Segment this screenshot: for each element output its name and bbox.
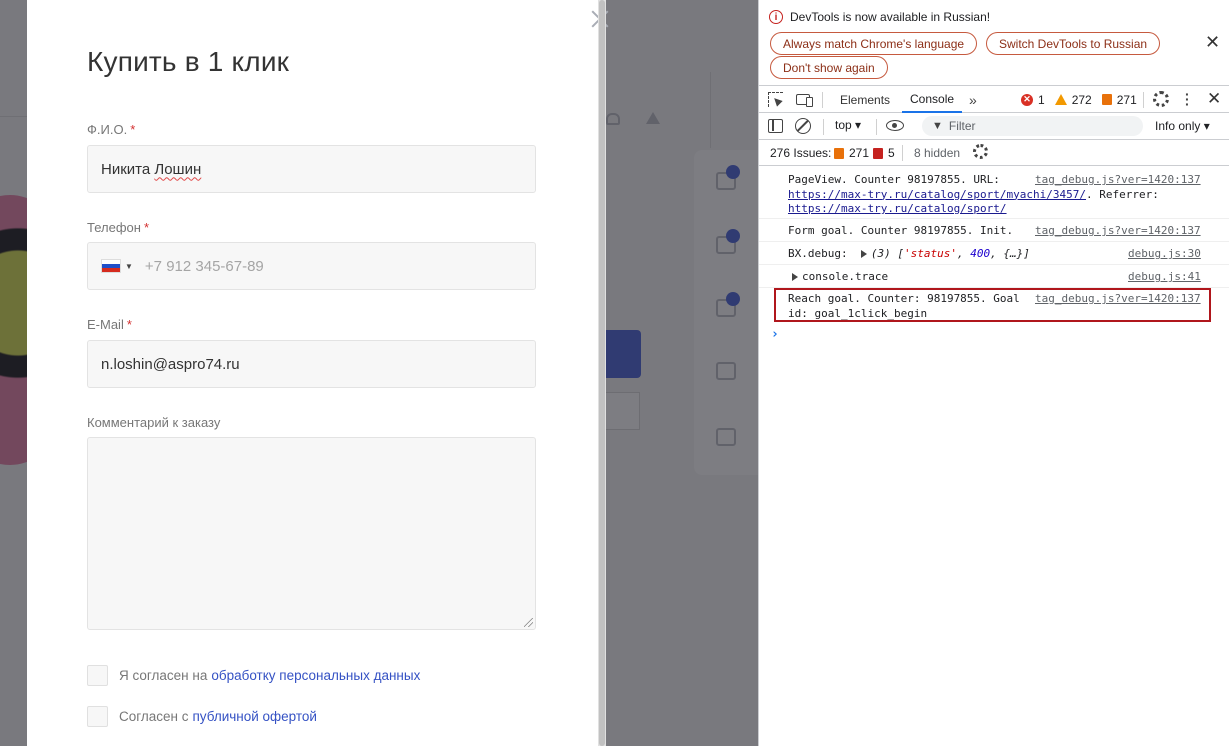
other-issue-count: 5 <box>888 146 895 160</box>
source-link[interactable]: tag_debug.js?ver=1420:137 <box>1035 173 1201 186</box>
console-toolbar: top ▾ ▼ Filter Info only ▾ <box>759 113 1229 140</box>
info-issue-count: 271 <box>849 146 870 160</box>
filter-input[interactable]: ▼ Filter <box>922 116 1143 136</box>
context-selector[interactable]: top ▾ <box>835 118 861 132</box>
expand-triangle-icon[interactable] <box>860 250 867 258</box>
name-field[interactable]: Никита Лошин <box>87 145 536 193</box>
email-label: E-Mail * <box>87 317 132 332</box>
console-messages: PageView. Counter 98197855. URL: https://… <box>759 167 1229 746</box>
more-tabs-icon[interactable]: » <box>969 86 977 113</box>
offer-checkbox[interactable] <box>87 706 108 727</box>
required-mark: * <box>143 220 149 235</box>
tab-elements[interactable]: Elements <box>840 86 890 113</box>
consent-text: Я согласен на <box>119 668 208 683</box>
consent-text: Согласен с <box>119 709 189 724</box>
modal-scrollbar[interactable] <box>598 0 606 746</box>
match-language-button[interactable]: Always match Chrome's language <box>770 32 978 55</box>
devtools-panel: i DevTools is now available in Russian! … <box>758 0 1229 746</box>
issues-label: 276 Issues: <box>770 146 832 160</box>
issue-flag-icon <box>873 147 883 159</box>
language-infobar: i DevTools is now available in Russian! … <box>759 0 1229 86</box>
personal-data-link[interactable]: обработку персональных данных <box>211 668 420 683</box>
infobar-message: DevTools is now available in Russian! <box>790 10 991 24</box>
clear-console-icon[interactable] <box>795 118 811 134</box>
settings-gear-icon[interactable] <box>1153 91 1169 107</box>
other-issues-badge[interactable]: 5 <box>873 146 895 160</box>
required-mark: * <box>130 122 136 137</box>
divider <box>759 264 1229 265</box>
live-expression-eye-icon[interactable] <box>886 120 904 131</box>
resize-handle-icon[interactable] <box>524 618 533 627</box>
email-field[interactable]: n.loshin@aspro74.ru <box>87 340 536 388</box>
hidden-issues-count: 8 hidden <box>914 146 961 160</box>
log-levels-dropdown[interactable]: Info only ▾ <box>1155 119 1210 133</box>
highlight-box <box>774 288 1211 322</box>
public-offer-link[interactable]: публичной офертой <box>192 709 316 724</box>
filter-placeholder: Filter <box>948 119 976 133</box>
divider <box>823 119 824 135</box>
console-prompt[interactable]: › <box>771 327 779 342</box>
issues-bar: 276 Issues: 271 5 8 hidden <box>759 140 1229 166</box>
name-value-misspelled: Лошин <box>154 160 202 178</box>
issue-flag-icon <box>1101 94 1112 105</box>
referrer-link[interactable]: https://max-try.ru/catalog/sport/ <box>788 202 1007 215</box>
comment-label: Комментарий к заказу <box>87 415 221 430</box>
dont-show-again-button[interactable]: Don't show again <box>770 56 888 79</box>
issue-count: 271 <box>1116 92 1137 107</box>
settings-gear-icon[interactable] <box>973 144 988 159</box>
devtools-tabbar: Elements Console » ✕ 1 272 271 · · · ✕ <box>759 86 1229 113</box>
info-icon: i <box>769 10 783 24</box>
error-count: 1 <box>1038 92 1045 107</box>
filter-icon: ▼ <box>932 120 943 132</box>
comment-textarea[interactable] <box>87 437 536 630</box>
phone-placeholder: +7 912 345-67-89 <box>144 257 264 275</box>
divider <box>876 119 877 135</box>
divider <box>1143 92 1144 108</box>
name-label: Ф.И.О. * <box>87 122 136 137</box>
source-link[interactable]: debug.js:30 <box>1128 247 1201 260</box>
scrollbar-thumb[interactable] <box>599 0 605 746</box>
phone-label: Телефон * <box>87 220 149 235</box>
phone-field[interactable]: ▼ +7 912 345-67-89 <box>87 242 536 290</box>
inspect-element-icon[interactable] <box>768 92 783 107</box>
warning-icon <box>1054 94 1067 105</box>
consent-offer: Согласен с публичной офертой <box>87 706 317 727</box>
device-toolbar-icon[interactable] <box>796 94 813 107</box>
divider <box>822 92 823 108</box>
source-link[interactable]: tag_debug.js?ver=1420:137 <box>1035 224 1201 237</box>
sidebar-toggle-icon[interactable] <box>768 119 783 133</box>
divider <box>759 218 1229 219</box>
one-click-buy-modal: Купить в 1 клик Ф.И.О. * Никита Лошин Тел… <box>27 0 606 746</box>
divider <box>759 241 1229 242</box>
expand-triangle-icon[interactable] <box>792 273 798 281</box>
tab-console[interactable]: Console <box>902 86 963 113</box>
close-devtools-icon[interactable]: ✕ <box>1207 89 1222 108</box>
chevron-down-icon[interactable]: ▼ <box>125 262 133 271</box>
switch-language-button[interactable]: Switch DevTools to Russian <box>986 32 1161 55</box>
issue-flag-icon <box>834 147 844 159</box>
consent-checkbox[interactable] <box>87 665 108 686</box>
close-icon[interactable]: ✕ <box>1205 33 1220 51</box>
source-link[interactable]: debug.js:41 <box>1128 270 1201 283</box>
divider <box>902 145 903 161</box>
ru-flag-icon[interactable] <box>101 259 121 273</box>
required-mark: * <box>126 317 132 332</box>
kebab-menu-icon[interactable]: · · · <box>1185 87 1191 111</box>
console-counters[interactable]: ✕ 1 272 271 <box>1021 86 1137 113</box>
info-issues-badge[interactable]: 271 <box>834 146 869 160</box>
consent-personal-data: Я согласен на обработку персональных дан… <box>87 665 420 686</box>
name-value: Никита <box>101 160 151 178</box>
email-value: n.loshin@aspro74.ru <box>101 355 240 373</box>
error-icon: ✕ <box>1021 93 1033 106</box>
url-link[interactable]: https://max-try.ru/catalog/sport/myachi/… <box>788 188 1086 201</box>
modal-title: Купить в 1 клик <box>87 46 290 77</box>
warning-count: 272 <box>1071 92 1092 107</box>
